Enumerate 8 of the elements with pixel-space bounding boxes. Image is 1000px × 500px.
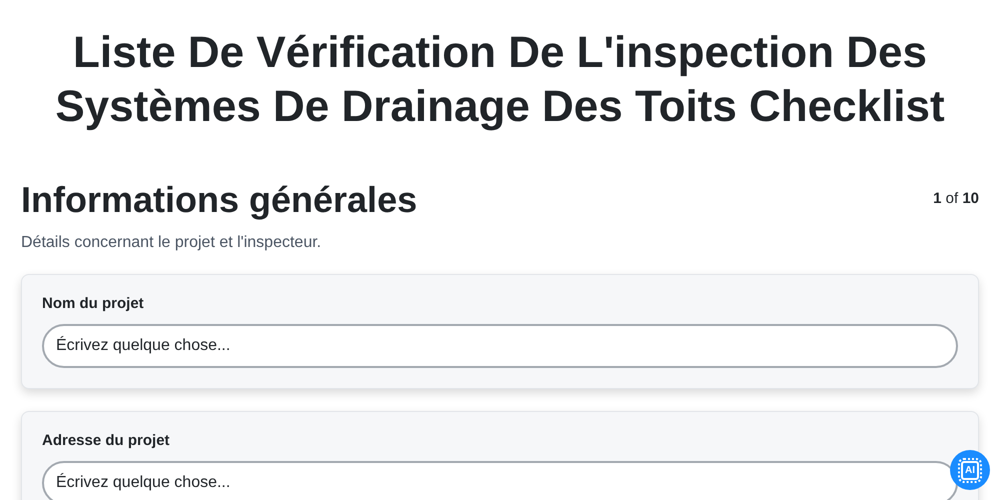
section-description: Détails concernant le projet et l'inspecteur.	[21, 234, 322, 252]
text-input[interactable]: Écrivez quelque chose...	[42, 324, 958, 368]
section-title: Informations générales	[21, 178, 418, 222]
checklist-title: Liste De Vérification De L'inspection Des Systèmes De Drainage Des Toits Checklist	[54, 27, 946, 133]
field-label: Adresse du projet	[42, 432, 171, 449]
page-counter: 1 of 10	[933, 190, 979, 207]
text-input[interactable]: Écrivez quelque chose...	[42, 461, 958, 500]
field-label: Nom du projet	[42, 295, 145, 312]
